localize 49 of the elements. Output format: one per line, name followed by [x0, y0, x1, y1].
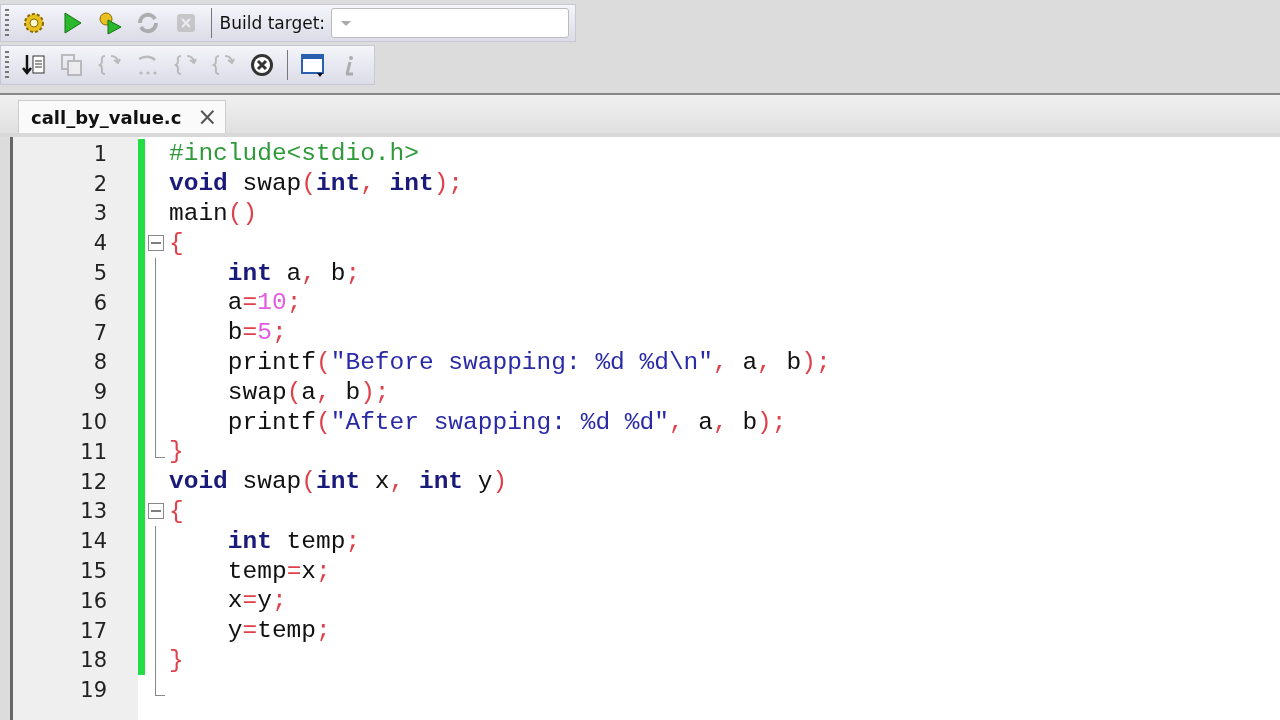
line-number: 11	[79, 439, 107, 464]
line-number: 6	[92, 290, 107, 315]
caret-icon	[340, 19, 353, 27]
tab-label: call_by_value.c	[31, 106, 182, 128]
grip-handle[interactable]	[5, 51, 9, 79]
code-line: {	[169, 229, 184, 257]
build-target-dropdown[interactable]	[331, 8, 569, 38]
code-line: }	[169, 646, 184, 674]
line-number: 3	[92, 201, 107, 226]
code-line: printf("After swapping: %d %d", a, b);	[226, 408, 787, 436]
code-line: x=y;	[226, 587, 287, 615]
code-line: {	[169, 497, 184, 525]
close-icon[interactable]: ×	[197, 105, 218, 129]
code-line: main()	[169, 200, 258, 227]
line-number: 17	[79, 618, 107, 643]
line-number: 12	[79, 469, 107, 494]
line-number: 7	[92, 320, 107, 345]
line-number: 4	[92, 231, 107, 256]
fold-end-line	[155, 675, 165, 697]
code-line: int temp;	[226, 527, 361, 555]
code-line: void swap(int, int);	[169, 170, 464, 198]
fold-end-line	[155, 436, 165, 458]
code-line: y=temp;	[226, 617, 331, 645]
line-number: 19	[79, 678, 107, 703]
line-number: 13	[79, 499, 107, 524]
code-line: b=5;	[226, 319, 287, 347]
line-number: 10	[79, 410, 107, 435]
line-number: 15	[79, 559, 107, 584]
collapse-icon[interactable]	[148, 235, 164, 252]
code-line: printf("Before swapping: %d %d\n", a, b);	[226, 348, 831, 376]
line-number: 2	[92, 171, 107, 196]
code-line: }	[169, 438, 184, 466]
code-line: swap(a, b);	[226, 378, 390, 406]
code-line: void swap(int x, int y)	[169, 468, 508, 496]
code-line: temp=x;	[226, 557, 331, 585]
line-number: 8	[92, 350, 107, 375]
line-number: 9	[92, 380, 107, 405]
line-number: 1	[92, 141, 107, 166]
line-number: 16	[79, 588, 107, 613]
line-number: 5	[92, 261, 107, 286]
editor-tab[interactable]: call_by_value.c ×	[18, 100, 227, 133]
collapse-icon[interactable]	[148, 503, 164, 520]
build-target-label: Build target:	[219, 13, 326, 33]
code-line: int a, b;	[226, 259, 361, 287]
line-number: 14	[79, 529, 107, 554]
line-number: 18	[79, 648, 107, 673]
code-line: a=10;	[226, 289, 302, 317]
grip-handle[interactable]	[5, 9, 9, 37]
code-line: #include<stdio.h>	[169, 140, 419, 168]
